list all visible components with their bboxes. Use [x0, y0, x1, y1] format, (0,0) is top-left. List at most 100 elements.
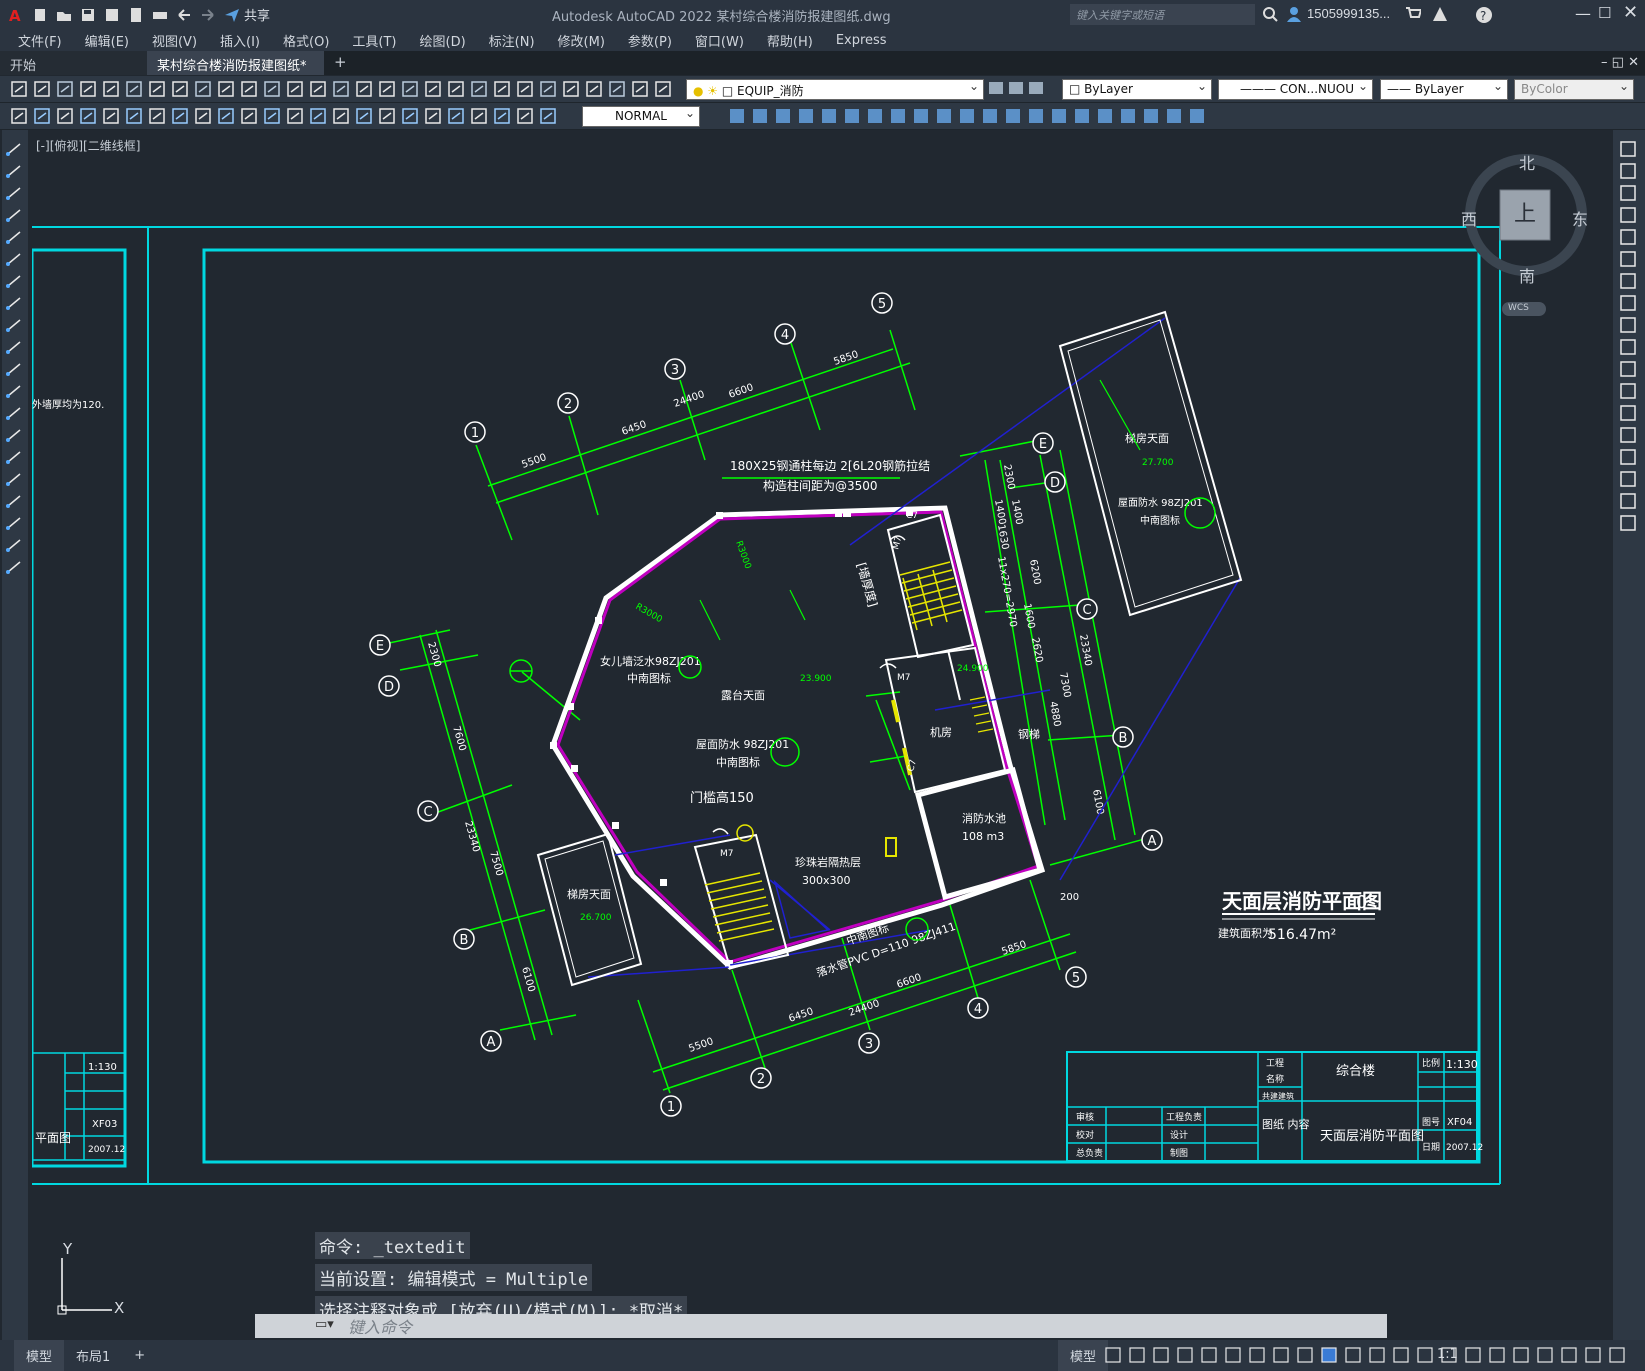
status-toggle-icon[interactable] — [1537, 1347, 1553, 1363]
tab-layout1[interactable]: 布局1 — [64, 1340, 122, 1371]
modify-palette-icons[interactable] — [1613, 130, 1645, 550]
menu-item[interactable]: 格式(O) — [283, 31, 329, 50]
modify-tool-icon[interactable] — [1620, 141, 1636, 157]
status-toggle-icon[interactable] — [1345, 1347, 1361, 1363]
toolbar-tool-icon[interactable] — [753, 109, 767, 123]
menu-item[interactable]: 帮助(H) — [767, 31, 813, 50]
doc-window-controls[interactable]: – ◱ ✕ — [1601, 55, 1639, 70]
undo-icon[interactable] — [175, 6, 193, 24]
toolbar-tool-icon[interactable] — [356, 81, 372, 97]
menu-item[interactable]: 编辑(E) — [85, 31, 129, 50]
status-toggle-icon[interactable] — [1201, 1347, 1217, 1363]
print-icon[interactable] — [151, 6, 169, 24]
wcs-menu[interactable]: WCS — [1502, 302, 1546, 316]
minimize-icon[interactable]: — — [1575, 4, 1591, 23]
viewcube-east[interactable]: 东 — [1572, 206, 1588, 230]
viewcube[interactable]: 北 南 东 西 上 WCS — [1458, 150, 1608, 320]
toolbar-tool-icon[interactable] — [402, 108, 418, 124]
modify-tool-icon[interactable] — [1620, 295, 1636, 311]
toolbar-tool-icon[interactable] — [287, 81, 303, 97]
toolbar-tool-icon[interactable] — [448, 81, 464, 97]
toolbar-tool-icon[interactable] — [379, 81, 395, 97]
modify-tool-icon[interactable] — [1620, 185, 1636, 201]
toolbar-tool-icon[interactable] — [34, 108, 50, 124]
toolbar-tool-icon[interactable] — [983, 109, 997, 123]
toolbar-tool-icon[interactable] — [172, 108, 188, 124]
modify-tool-icon[interactable] — [1620, 449, 1636, 465]
draw-tool-icon[interactable] — [6, 517, 21, 530]
draw-tool-icon[interactable] — [6, 187, 21, 200]
cart-icon[interactable] — [1405, 6, 1423, 26]
toolbar-tool-icon[interactable] — [195, 108, 211, 124]
toolbar-tool-icon[interactable] — [333, 81, 349, 97]
toolbar-tool-icon[interactable] — [776, 109, 790, 123]
toolbar-tool-icon[interactable] — [425, 108, 441, 124]
draw-tool-icon[interactable] — [6, 495, 21, 508]
color-dropdown[interactable]: □ ByLayer — [1062, 79, 1212, 100]
menu-item[interactable]: 修改(M) — [558, 31, 605, 50]
open-icon[interactable] — [55, 6, 73, 24]
menu-item[interactable]: 绘图(D) — [420, 31, 466, 50]
toolbar-tool-icon[interactable] — [149, 81, 165, 97]
textstyle-dropdown[interactable]: NORMAL — [582, 106, 700, 127]
status-toggle-icon[interactable] — [1321, 1347, 1337, 1363]
search-icon[interactable] — [1262, 6, 1278, 26]
toolbar-tool-icon[interactable] — [563, 81, 579, 97]
status-toggle-icon[interactable] — [1609, 1347, 1625, 1363]
toolbar-tool-icon[interactable] — [310, 81, 326, 97]
modify-tool-icon[interactable] — [1620, 515, 1636, 531]
standard-toolbar-icons[interactable] — [0, 76, 680, 103]
toolbar-tool-icon[interactable] — [1190, 109, 1204, 123]
status-toggle-icon[interactable] — [1225, 1347, 1241, 1363]
toolbar-tool-icon[interactable] — [937, 109, 951, 123]
close-icon[interactable]: ✕ — [1623, 2, 1638, 23]
toolbar-tool-icon[interactable] — [845, 109, 859, 123]
status-toggle-icon[interactable] — [1465, 1347, 1481, 1363]
toolbar-tool-icon[interactable] — [517, 81, 533, 97]
toolbar-tool-icon[interactable] — [1098, 109, 1112, 123]
drawing-canvas[interactable]: 外墙厚均为120. 1:130 XF03 2007.12 平面图 工程 名称 共… — [32, 130, 1610, 1342]
toolbar-tool-icon[interactable] — [632, 81, 648, 97]
annotation-scale[interactable]: 1:1 — [1437, 1347, 1458, 1362]
toolbar-tool-icon[interactable] — [103, 108, 119, 124]
modify-tool-icon[interactable] — [1620, 383, 1636, 399]
toolbar-tool-icon[interactable] — [310, 108, 326, 124]
toolbar-tool-icon[interactable] — [287, 108, 303, 124]
status-toggle-icon[interactable] — [1513, 1347, 1529, 1363]
toolbar-tool-icon[interactable] — [1006, 109, 1020, 123]
toolbar-tool-icon[interactable] — [960, 109, 974, 123]
share-icon[interactable] — [223, 6, 241, 24]
toolbar-tool-icon[interactable] — [799, 109, 813, 123]
draw-tool-icon[interactable] — [6, 319, 21, 332]
menu-item[interactable]: 窗口(W) — [695, 31, 744, 50]
toolbar-tool-icon[interactable] — [891, 109, 905, 123]
status-toggle-icon[interactable] — [1297, 1347, 1313, 1363]
toolbar-tool-icon[interactable] — [448, 108, 464, 124]
toolbar-tool-icon[interactable] — [540, 108, 556, 124]
viewcube-top-face[interactable]: 上 — [1514, 196, 1536, 228]
layer-tools-icons[interactable] — [985, 76, 1045, 103]
tab-add-button[interactable]: + — [324, 51, 354, 75]
toolbar-tool-icon[interactable] — [241, 81, 257, 97]
share-button[interactable]: 共享 — [244, 5, 270, 24]
toolbar-tool-icon[interactable] — [264, 81, 280, 97]
status-toggle-icon[interactable] — [1585, 1347, 1601, 1363]
tab-start[interactable]: 开始 — [0, 51, 147, 75]
toolbar-tool-icon[interactable] — [914, 109, 928, 123]
modify-tool-icon[interactable] — [1620, 273, 1636, 289]
toolbar-tool-icon[interactable] — [333, 108, 349, 124]
help-icon[interactable]: ? — [1475, 6, 1493, 28]
toolbar-tool-icon[interactable] — [356, 108, 372, 124]
toolbar-tool-icon[interactable] — [1052, 109, 1066, 123]
plotstyle-dropdown[interactable]: ByColor — [1514, 79, 1634, 100]
modify-tool-icon[interactable] — [1620, 207, 1636, 223]
viewport-controls-label[interactable]: [-][俯视][二维线框] — [36, 137, 140, 154]
viewcube-north[interactable]: 北 — [1519, 150, 1535, 174]
viewcube-west[interactable]: 西 — [1461, 206, 1477, 230]
status-toggle-icon[interactable] — [1177, 1347, 1193, 1363]
draw-tool-icon[interactable] — [6, 539, 21, 552]
autocad-logo-icon[interactable]: A — [7, 6, 25, 24]
draw-tool-icon[interactable] — [6, 275, 21, 288]
modify-tool-icon[interactable] — [1620, 163, 1636, 179]
modify-tool-icon[interactable] — [1620, 339, 1636, 355]
